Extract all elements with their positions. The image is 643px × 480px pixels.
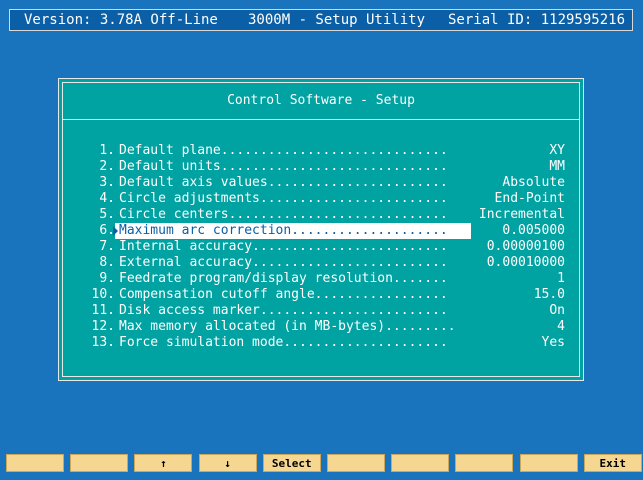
setting-number: 9. xyxy=(99,271,115,286)
setting-value: 0.00010000 xyxy=(486,255,565,270)
setting-row[interactable]: 11. Disk access marker...................… xyxy=(63,303,583,319)
setting-row[interactable]: 10. Compensation cutoff angle............… xyxy=(63,287,583,303)
title-bar: Version: 3.78A Off-Line 3000M - Setup Ut… xyxy=(9,9,633,31)
setting-value: Absolute xyxy=(502,175,565,190)
setting-row[interactable]: 3. Default axis values...................… xyxy=(63,175,583,191)
setting-number: 12. xyxy=(91,319,115,334)
setting-label: Default axis values.....................… xyxy=(119,175,448,190)
function-key-4[interactable]: ↓ xyxy=(198,454,257,472)
function-key-10[interactable]: Exit xyxy=(583,454,642,472)
version-text: Version: 3.78A Off-Line xyxy=(24,12,218,28)
function-key-1[interactable] xyxy=(6,454,64,472)
setting-row[interactable]: 7. Internal accuracy.....................… xyxy=(63,239,583,255)
setting-label: Force simulation mode...................… xyxy=(119,335,448,350)
setting-number: 10. xyxy=(91,287,115,302)
setting-row[interactable]: 8. External accuracy.....................… xyxy=(63,255,583,271)
function-key-7[interactable] xyxy=(391,454,450,472)
setting-label: Maximum arc correction..................… xyxy=(115,223,471,239)
function-key-bar: ↑ ↓ Select Exit xyxy=(6,454,642,474)
setting-number: 13. xyxy=(91,335,115,350)
setting-value: Yes xyxy=(541,335,565,350)
setting-number: 4. xyxy=(99,191,115,206)
setting-label: Default plane...........................… xyxy=(119,143,448,158)
setup-panel: Control Software - Setup 1. Default plane… xyxy=(58,78,584,381)
setting-label: Max memory allocated (in MB-bytes)......… xyxy=(119,319,456,334)
setting-value: 15.0 xyxy=(533,287,565,302)
setting-value: 0.00000100 xyxy=(486,239,565,254)
setting-row[interactable]: 12. Max memory allocated (in MB-bytes)...… xyxy=(63,319,583,335)
function-key-3[interactable]: ↑ xyxy=(134,454,193,472)
setting-value: On xyxy=(549,303,565,318)
setting-row[interactable]: 2. Default units.........................… xyxy=(63,159,583,175)
function-key-6[interactable] xyxy=(327,454,385,472)
serial-id: Serial ID: 1129595216 xyxy=(448,12,626,28)
setting-label: Internal accuracy.......................… xyxy=(119,239,448,254)
setting-label: Default units...........................… xyxy=(119,159,448,174)
setup-panel-frame: Control Software - Setup 1. Default plane… xyxy=(62,82,580,377)
setting-value: Incremental xyxy=(478,207,565,222)
setting-label: Circle centers..........................… xyxy=(119,207,448,222)
setting-row[interactable]: 6. Maximum arc correction................… xyxy=(63,223,583,239)
function-key-9[interactable] xyxy=(519,454,578,472)
setting-number: 2. xyxy=(99,159,115,174)
selection-pointer-icon xyxy=(113,226,118,236)
function-key-5[interactable]: Select xyxy=(262,454,321,472)
setting-number: 11. xyxy=(91,303,115,318)
utility-title: 3000M - Setup Utility xyxy=(248,12,426,28)
setting-label: Circle adjustments......................… xyxy=(119,191,448,206)
setting-row[interactable]: 9. Feedrate program/display resolution...… xyxy=(63,271,583,287)
setting-value: XY xyxy=(549,143,565,158)
setting-number: 1. xyxy=(99,143,115,158)
setting-number: 5. xyxy=(99,207,115,222)
setting-number: 8. xyxy=(99,255,115,270)
setting-label: Compensation cutoff angle...............… xyxy=(119,287,448,302)
setting-row[interactable]: 5. Circle centers........................… xyxy=(63,207,583,223)
function-key-2[interactable] xyxy=(70,454,129,472)
setting-value: 4 xyxy=(557,319,565,334)
panel-title: Control Software - Setup xyxy=(63,83,579,120)
setting-value: MM xyxy=(549,159,565,174)
setting-number: 6. xyxy=(99,223,115,238)
setting-label: Disk access marker......................… xyxy=(119,303,448,318)
setting-value: End-Point xyxy=(494,191,565,206)
setting-value: 1 xyxy=(557,271,565,286)
setting-row[interactable]: 1. Default plane.........................… xyxy=(63,143,583,159)
function-key-8[interactable] xyxy=(455,454,514,472)
setting-value: 0.005000 xyxy=(502,223,565,238)
setting-number: 7. xyxy=(99,239,115,254)
setting-row[interactable]: 13. Force simulation mode................… xyxy=(63,335,583,351)
setting-label: External accuracy.......................… xyxy=(119,255,448,270)
setting-label: Feedrate program/display resolution.....… xyxy=(119,271,448,286)
setting-row[interactable]: 4. Circle adjustments....................… xyxy=(63,191,583,207)
setting-number: 3. xyxy=(99,175,115,190)
